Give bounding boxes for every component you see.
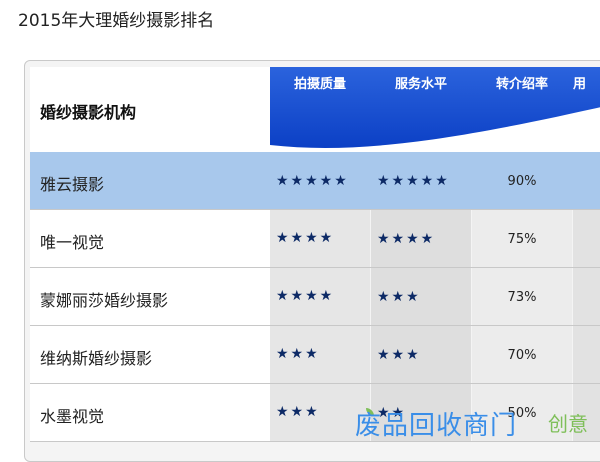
header-referral[interactable]: 转介绍率 bbox=[472, 73, 572, 93]
usage-cell bbox=[573, 210, 600, 268]
referral-rate: 90% bbox=[507, 174, 537, 189]
row-name-cell: 水墨视觉 bbox=[30, 384, 270, 442]
quality-stars: ★★★★★ bbox=[276, 173, 349, 189]
service-stars: ★★★ bbox=[377, 289, 421, 305]
header-quality[interactable]: 拍摄质量 bbox=[270, 73, 370, 93]
referral-rate: 73% bbox=[507, 290, 537, 305]
service-rating-cell: ★★★★ bbox=[371, 210, 471, 268]
header-name-cell: 婚纱摄影机构 bbox=[30, 67, 271, 152]
service-stars: ★★★★ bbox=[377, 231, 436, 247]
quality-rating-cell: ★★★ bbox=[270, 326, 370, 384]
quality-stars: ★★★★ bbox=[276, 230, 335, 246]
table-row[interactable]: 雅云摄影 ★★★★★ ★★★★★ 90% bbox=[30, 152, 600, 210]
watermark-text: 废品回收商门 bbox=[355, 411, 518, 441]
header-usage[interactable]: 用 bbox=[573, 73, 600, 93]
quality-rating-cell: ★★★★ bbox=[270, 268, 370, 326]
table-row[interactable]: 唯一视觉 ★★★★ ★★★★ 75% bbox=[30, 210, 600, 268]
row-name-cell: 雅云摄影 bbox=[30, 152, 270, 210]
usage-cell bbox=[573, 326, 600, 384]
watermark-text-2: 创意 bbox=[548, 412, 588, 436]
header-name-label: 婚纱摄影机构 bbox=[40, 103, 137, 122]
row-name-cell: 蒙娜丽莎婚纱摄影 bbox=[30, 268, 270, 326]
row-name: 水墨视觉 bbox=[40, 407, 105, 426]
service-stars: ★★★★★ bbox=[377, 173, 450, 189]
referral-rate-cell: 75% bbox=[472, 210, 572, 268]
referral-rate: 75% bbox=[507, 232, 537, 247]
quality-stars: ★★★★ bbox=[276, 288, 335, 304]
row-name-cell: 唯一视觉 bbox=[30, 210, 270, 268]
service-rating-cell: ★★★ bbox=[371, 326, 471, 384]
quality-stars: ★★★ bbox=[276, 404, 320, 420]
quality-rating-cell: ★★★★ bbox=[270, 210, 370, 268]
row-name: 雅云摄影 bbox=[40, 175, 105, 194]
row-name: 蒙娜丽莎婚纱摄影 bbox=[40, 291, 169, 310]
page-title: 2015年大理婚纱摄影排名 bbox=[18, 11, 215, 31]
referral-rate-cell: 73% bbox=[472, 268, 572, 326]
service-rating-cell: ★★★ bbox=[371, 268, 471, 326]
table-row[interactable]: 蒙娜丽莎婚纱摄影 ★★★★ ★★★ 73% bbox=[30, 268, 600, 326]
usage-cell bbox=[573, 268, 600, 326]
header-service[interactable]: 服务水平 bbox=[371, 73, 471, 93]
table-row[interactable]: 维纳斯婚纱摄影 ★★★ ★★★ 70% bbox=[30, 326, 600, 384]
referral-rate-cell: 90% bbox=[472, 152, 572, 210]
service-stars: ★★★ bbox=[377, 347, 421, 363]
service-rating-cell: ★★★★★ bbox=[371, 152, 471, 210]
referral-rate: 70% bbox=[507, 348, 537, 363]
row-name-cell: 维纳斯婚纱摄影 bbox=[30, 326, 270, 384]
row-name: 唯一视觉 bbox=[40, 233, 105, 252]
quality-stars: ★★★ bbox=[276, 346, 320, 362]
row-name: 维纳斯婚纱摄影 bbox=[40, 349, 153, 368]
usage-cell bbox=[573, 152, 600, 210]
referral-rate-cell: 70% bbox=[472, 326, 572, 384]
quality-rating-cell: ★★★★★ bbox=[270, 152, 370, 210]
